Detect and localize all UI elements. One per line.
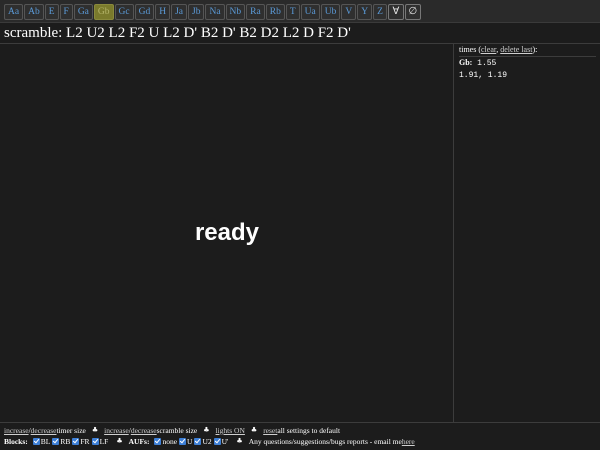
block-option-fr[interactable]: FR	[72, 436, 90, 447]
case-button-aa[interactable]: Aa	[4, 4, 24, 20]
case-button-ga[interactable]: Ga	[73, 4, 93, 20]
checkbox-checked-icon[interactable]	[52, 438, 60, 445]
scramble-bar: scramble: L2 U2 L2 F2 U L2 D' B2 D' B2 D…	[0, 23, 600, 44]
checkbox-checked-icon[interactable]	[179, 438, 187, 445]
case-button-gb[interactable]: Gb	[93, 4, 114, 20]
checkbox-checked-icon[interactable]	[154, 438, 162, 445]
case-button-nb[interactable]: Nb	[225, 4, 246, 20]
blocks-label: Blocks:	[4, 437, 28, 446]
case-selector-bar: Aa Ab E F Ga Gb Gc Gd H Ja Jb Na Nb Ra R…	[0, 0, 600, 23]
auf-option-label: U'	[221, 437, 229, 446]
auf-option-label: U2	[202, 437, 212, 446]
club-separator-icon: ♣	[236, 437, 243, 445]
case-button-ra[interactable]: Ra	[246, 4, 265, 20]
auf-option-label: none	[162, 437, 178, 446]
case-button-ab[interactable]: Ab	[24, 4, 44, 20]
block-option-label: FR	[80, 437, 90, 446]
case-button-ua[interactable]: Ua	[300, 4, 320, 20]
checkbox-checked-icon[interactable]	[91, 438, 99, 445]
times-row: 1.91, 1.19	[459, 69, 596, 81]
case-button-na[interactable]: Na	[205, 4, 225, 20]
times-label-suffix: ):	[532, 45, 538, 54]
app-window: Aa Ab E F Ga Gb Gc Gd H Ja Jb Na Nb Ra R…	[0, 0, 600, 450]
club-separator-icon: ♣	[250, 426, 258, 434]
case-button-rb[interactable]: Rb	[265, 4, 285, 20]
decrease-scramble-size-link[interactable]: decrease	[131, 425, 157, 436]
auf-option-u-prime[interactable]: U'	[213, 436, 229, 447]
scramble-size-label: scramble size	[156, 426, 198, 435]
case-button-z[interactable]: Z	[373, 4, 387, 20]
case-button-v[interactable]: V	[341, 4, 357, 20]
auf-option-u[interactable]: U	[179, 436, 192, 447]
block-option-label: LF	[99, 437, 109, 446]
checkbox-checked-icon[interactable]	[194, 438, 202, 445]
increase-timer-size-link[interactable]: increase	[4, 425, 29, 436]
footer-row-settings: increase / decrease timer size ♣ increase /…	[4, 425, 596, 436]
select-all-button[interactable]: ∀	[387, 4, 404, 20]
case-button-h[interactable]: H	[155, 4, 171, 20]
checkbox-checked-icon[interactable]	[213, 438, 221, 445]
case-button-ub[interactable]: Ub	[320, 4, 341, 20]
auf-option-u2[interactable]: U2	[194, 436, 212, 447]
lights-toggle-link[interactable]: lights ON	[216, 425, 245, 436]
increase-scramble-size-link[interactable]: increase	[104, 425, 129, 436]
reset-settings-link[interactable]: reset	[263, 425, 277, 436]
delete-last-link[interactable]: delete last	[500, 45, 532, 54]
times-panel: times (clear, delete last): Gb: 1.55 1.9…	[455, 44, 600, 422]
contact-text: Any questions/suggestions/bugs reports -…	[248, 437, 402, 446]
footer-row-options: Blocks: BL RB FR LF ♣ AUFs: none U U2 U'…	[4, 436, 596, 447]
case-button-gd[interactable]: Gd	[134, 4, 155, 20]
block-option-label: RB	[60, 437, 71, 446]
timer-size-label: timer size	[56, 426, 86, 435]
reset-settings-label: all settings to default	[277, 426, 341, 435]
case-button-t[interactable]: T	[285, 4, 300, 20]
times-header: times (clear, delete last):	[459, 45, 596, 57]
timer-display: ready	[194, 219, 260, 246]
timer-area[interactable]: ready	[0, 44, 454, 422]
case-button-f[interactable]: F	[59, 4, 73, 20]
times-row: Gb: 1.55	[459, 57, 596, 69]
block-option-label: BL	[40, 437, 51, 446]
times-label-prefix: times (	[459, 45, 481, 54]
checkbox-checked-icon[interactable]	[72, 438, 80, 445]
aufs-label: AUFs:	[128, 437, 150, 446]
email-link[interactable]: here	[402, 436, 415, 447]
times-values: 1.91, 1.19	[459, 71, 508, 80]
scramble-text: scramble: L2 U2 L2 F2 U L2 D' B2 D' B2 D…	[4, 25, 351, 41]
block-option-lf[interactable]: LF	[91, 436, 109, 447]
case-button-y[interactable]: Y	[357, 4, 373, 20]
case-button-jb[interactable]: Jb	[188, 4, 205, 20]
auf-option-none[interactable]: none	[154, 436, 177, 447]
case-button-e[interactable]: E	[44, 4, 59, 20]
club-separator-icon: ♣	[91, 426, 99, 434]
settings-footer: increase / decrease timer size ♣ increase /…	[0, 422, 600, 450]
block-option-bl[interactable]: BL	[32, 436, 51, 447]
club-separator-icon: ♣	[203, 426, 210, 434]
case-button-ja[interactable]: Ja	[171, 4, 188, 20]
times-case-name: Gb:	[459, 58, 473, 67]
decrease-timer-size-link[interactable]: decrease	[31, 425, 57, 436]
auf-option-label: U	[187, 437, 193, 446]
times-values: 1.55	[472, 59, 497, 68]
select-none-button[interactable]: ∅	[404, 4, 421, 20]
case-button-group: Aa Ab E F Ga Gb Gc Gd H Ja Jb Na Nb Ra R…	[4, 4, 421, 20]
block-option-rb[interactable]: RB	[52, 436, 70, 447]
club-separator-icon: ♣	[116, 437, 123, 445]
clear-times-link[interactable]: clear	[481, 45, 496, 54]
case-button-gc[interactable]: Gc	[114, 4, 134, 20]
checkbox-checked-icon[interactable]	[32, 438, 40, 445]
